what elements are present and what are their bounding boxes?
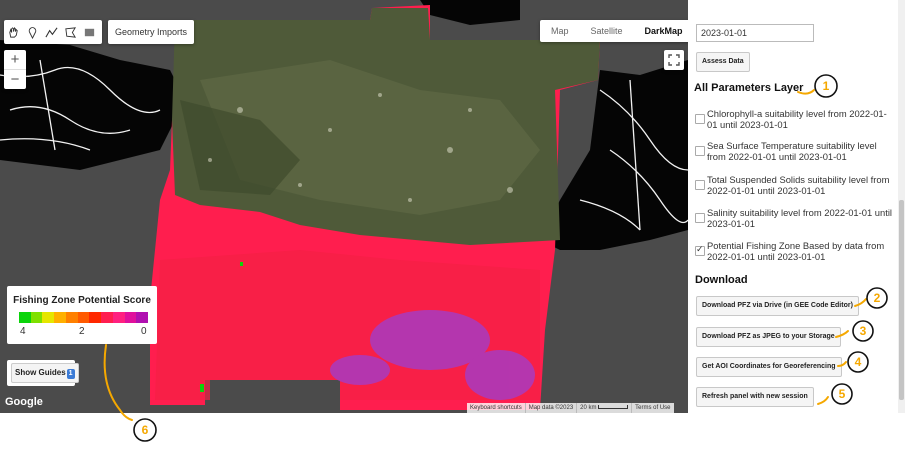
panel-scrollbar[interactable] [898,0,905,413]
google-logo: Google [5,396,43,408]
drawing-toolbar [4,20,102,44]
layer-salinity[interactable]: Salinity suitability level from 2022-01-… [695,207,895,229]
layer-checkbox-chlorophyll[interactable] [695,114,705,124]
line-icon[interactable] [42,20,61,44]
download-section-title: Download [695,274,748,286]
layer-label-sst: Sea Surface Temperature suitability leve… [707,140,877,162]
legend-title: Fishing Zone Potential Score [13,295,151,306]
layer-label-chlorophyll: Chlorophyll-a suitability level from 202… [707,108,887,130]
layer-chlorophyll[interactable]: Chlorophyll-a suitability level from 202… [695,108,895,130]
layer-pfz[interactable]: Potential Fishing Zone Based by data fro… [695,240,895,262]
layer-label-tss: Total Suspended Solids suitability level… [707,174,890,196]
pan-hand-icon[interactable] [4,20,23,44]
date-input[interactable] [696,24,814,42]
fullscreen-icon[interactable] [664,50,684,70]
annotation-number-6: 6 [142,423,149,437]
layer-checkbox-tss[interactable] [695,180,705,190]
scale-bar: 20 km [576,403,631,413]
download-drive-button[interactable]: Download PFZ via Drive (in GEE Code Edit… [696,296,859,316]
score-legend: Fishing Zone Potential Score 4 2 0 [7,286,157,344]
map-data-text: Map data ©2023 [524,403,576,413]
zoom-in-button[interactable]: + [4,50,26,69]
legend-swatch [112,312,125,323]
marker-icon[interactable] [23,20,42,44]
assess-data-button[interactable]: Assess Data [696,52,750,72]
layer-checkbox-salinity[interactable] [695,213,705,223]
map-canvas[interactable]: Geometry Imports + − Map Satellite DarkM… [0,0,688,413]
layer-label-pfz: Potential Fishing Zone Based by data fro… [707,240,885,262]
rectangle-icon[interactable] [80,20,99,44]
legend-swatch [124,312,137,323]
zoom-out-button[interactable]: − [4,70,26,89]
scale-label: 20 km [580,405,597,411]
guides-badge: 1 [66,369,75,379]
layer-sst[interactable]: Sea Surface Temperature suitability leve… [695,140,895,162]
layer-label-salinity: Salinity suitability level from 2022-01-… [707,207,892,229]
legend-label-min: 0 [141,326,147,337]
legend-swatch [42,312,55,323]
legend-swatch [54,312,66,323]
legend-swatch [136,312,149,323]
legend-swatch [101,312,113,323]
legend-swatch [65,312,78,323]
legend-label-mid: 2 [79,326,85,337]
layer-checkbox-sst[interactable] [695,146,705,156]
map-imagery [0,0,688,413]
legend-swatch [77,312,90,323]
keyboard-shortcuts-link[interactable]: Keyboard shortcuts [467,403,525,413]
geometry-imports-button[interactable]: Geometry Imports [108,20,195,44]
show-guides-button[interactable]: Show Guides 1 [11,363,79,383]
guides-panel: Show Guides 1 [7,360,79,386]
legend-swatch [89,312,102,323]
legend-swatch [19,312,31,323]
polygon-icon[interactable] [61,20,80,44]
map-attribution: Keyboard shortcuts Map data ©2023 20 km … [467,403,674,413]
terms-of-use-link[interactable]: Terms of Use [631,403,673,413]
annotation-circle-6 [133,418,157,442]
scale-line [598,405,629,410]
zoom-control: + − [4,50,26,89]
layers-section-title: All Parameters Layer [694,82,804,94]
show-guides-label: Show Guides [15,368,66,377]
map-type-control: Map Satellite DarkMap [540,20,688,42]
map-type-satellite[interactable]: Satellite [580,20,634,42]
scroll-thumb[interactable] [899,200,904,400]
layer-checkbox-pfz[interactable] [695,244,705,256]
refresh-panel-button[interactable]: Refresh panel with new session [696,387,814,407]
legend-label-max: 4 [20,326,26,337]
map-type-darkmap[interactable]: DarkMap [634,20,688,42]
map-type-map[interactable]: Map [540,20,580,42]
download-jpeg-button[interactable]: Download PFZ as JPEG to your Storage [696,327,841,347]
aoi-coordinates-button[interactable]: Get AOI Coordinates for Georeferencing [696,357,842,377]
legend-swatch [30,312,43,323]
legend-color-bar [19,312,149,323]
layer-tss[interactable]: Total Suspended Solids suitability level… [695,174,895,196]
